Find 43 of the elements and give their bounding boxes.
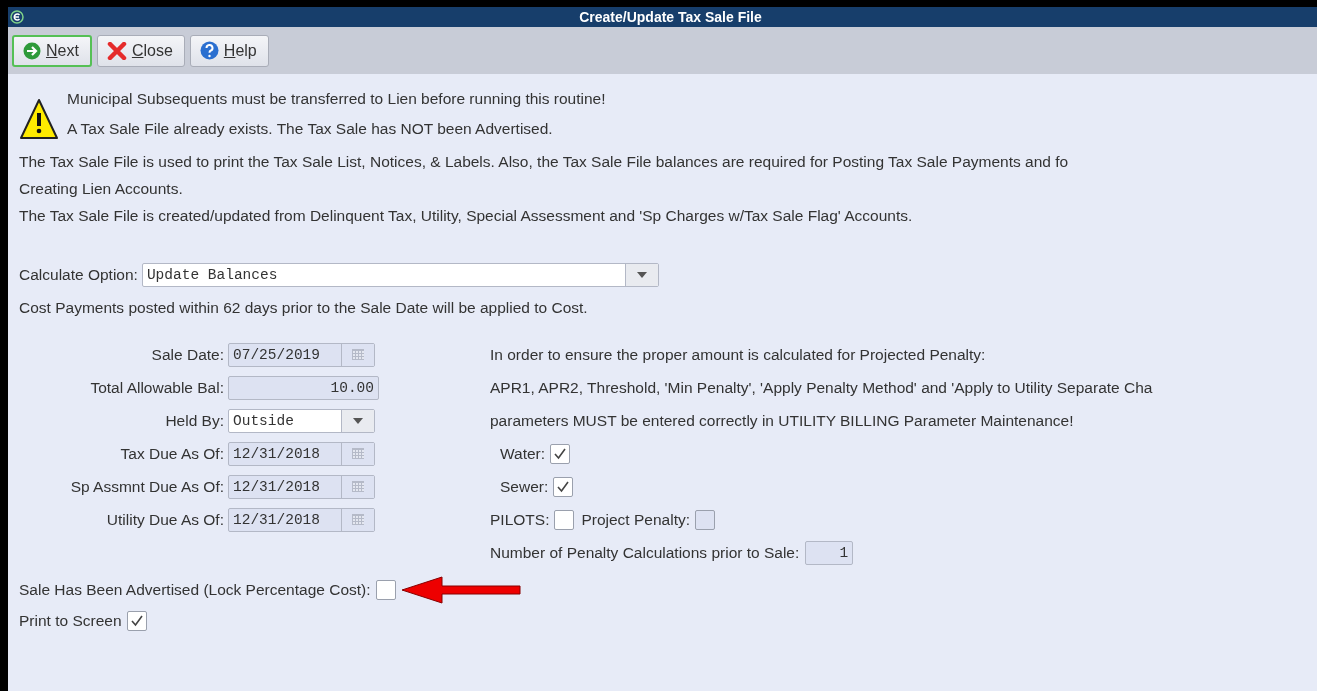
checkbox-label: PILOTS: bbox=[490, 510, 550, 529]
checkbox[interactable] bbox=[554, 509, 575, 530]
info-text: The Tax Sale File is used to print the Tax Sale List, Notices, & Labels. Also, the Tax Sale File balances are required for Posting Tax Sale Payments and fo bbox=[19, 152, 1069, 171]
warning-icon bbox=[19, 98, 59, 140]
field-label: Held By: bbox=[164, 411, 224, 430]
help-button[interactable]: Help bbox=[189, 34, 269, 67]
arrow-right-icon bbox=[23, 41, 41, 60]
checkbox-label: Sale Has Been Advertised (Lock Percentage Cost): bbox=[19, 580, 371, 599]
checkbox-label: Water: bbox=[500, 444, 546, 463]
held-by-dropdown[interactable]: Outside bbox=[228, 408, 375, 433]
field-label: Total Allowable Bal: bbox=[89, 378, 224, 397]
close-icon bbox=[106, 41, 127, 60]
checkbox-label: Print to Screen bbox=[19, 612, 122, 630]
checkbox-label: Sewer: bbox=[500, 477, 549, 496]
penalty-note: In order to ensure the proper amount is calculated for Projected Penalty: bbox=[490, 345, 986, 364]
help-icon bbox=[199, 41, 219, 60]
info-text: Creating Lien Accounts. bbox=[19, 179, 183, 198]
checkbox[interactable] bbox=[375, 579, 396, 600]
penalty-note: APR1, APR2, Threshold, 'Min Penalty', 'Apply Penalty Method' and 'Apply to Utility Separate Cha bbox=[490, 378, 1153, 397]
arrow-icon bbox=[399, 574, 522, 605]
info-text: The Tax Sale File is created/updated from Delinquent Tax, Utility, Special Assessment and 'Sp Charges w/Tax Sale Flag' Accounts. bbox=[19, 206, 913, 225]
warning-text: A Tax Sale File already exists. The Tax Sale has NOT been Advertised. bbox=[67, 120, 553, 138]
close-button[interactable]: Close bbox=[96, 34, 185, 67]
calculate-option-dropdown[interactable]: Update Balances bbox=[141, 262, 659, 287]
penalty-note: parameters MUST be entered correctly in UTILITY BILLING Parameter Maintenance! bbox=[490, 411, 1074, 430]
window-title: Create/Update Tax Sale File bbox=[578, 9, 763, 25]
penalty-calculations-label: Number of Penalty Calculations prior to Sale: bbox=[490, 543, 800, 562]
next-button[interactable]: Next bbox=[12, 34, 92, 67]
warning-text: Municipal Subsequents must be transferred to Lien before running this routine! bbox=[67, 90, 606, 108]
cost-note: Cost Payments posted within 62 days prior to the Sale Date will be applied to Cost. bbox=[19, 298, 588, 317]
field-label: Tax Due As Of: bbox=[119, 444, 224, 463]
field-label: Utility Due As Of: bbox=[105, 510, 224, 529]
field-label: Sp Assmnt Due As Of: bbox=[69, 477, 224, 496]
app-logo-icon bbox=[10, 10, 24, 24]
checkbox[interactable] bbox=[550, 443, 571, 464]
field-label: Sale Date: bbox=[150, 345, 224, 364]
penalty-calculations-field[interactable]: 1 bbox=[805, 540, 854, 565]
checkbox[interactable] bbox=[553, 476, 574, 497]
caret-icon bbox=[353, 417, 363, 424]
checkbox[interactable] bbox=[126, 611, 147, 631]
calculate-option-label: Calculate Option: bbox=[19, 265, 138, 284]
caret-icon bbox=[636, 271, 647, 278]
checkbox-label: Project Penalty: bbox=[581, 510, 690, 529]
